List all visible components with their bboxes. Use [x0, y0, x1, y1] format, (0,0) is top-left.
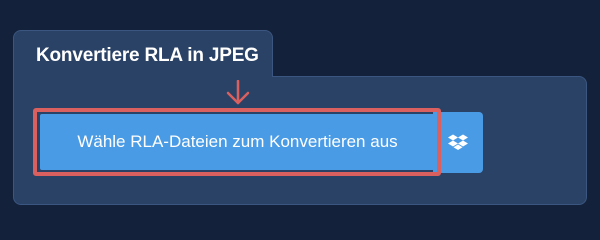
arrow-down-icon	[226, 80, 250, 105]
choose-files-button[interactable]: Wähle RLA-Dateien zum Konvertieren aus	[40, 114, 435, 170]
converter-widget: Konvertiere RLA in JPEG Wähle RLA-Dateie…	[0, 0, 600, 230]
converter-title: Konvertiere RLA in JPEG	[36, 45, 259, 66]
tab-panel-seam	[14, 74, 272, 78]
dropbox-icon	[448, 134, 468, 150]
